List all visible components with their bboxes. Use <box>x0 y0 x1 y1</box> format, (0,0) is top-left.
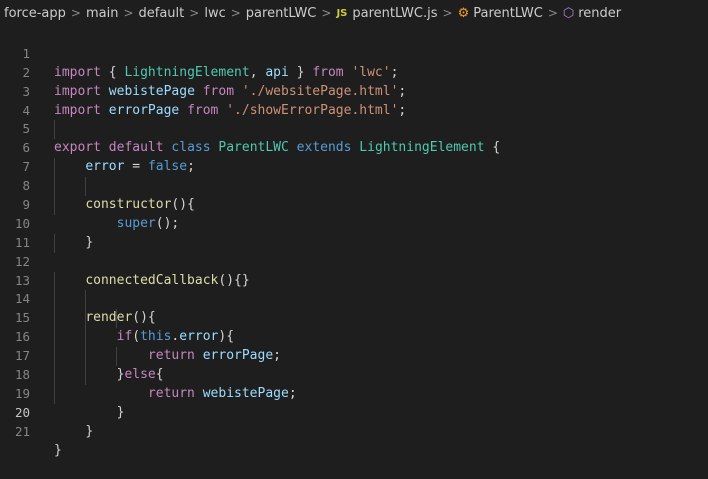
indent-guide <box>54 384 55 404</box>
breadcrumb-item-lwc[interactable]: lwc <box>204 6 225 21</box>
indent-guide <box>54 328 55 348</box>
breadcrumb-item-parentlwc-file[interactable]: parentLWC.js <box>352 6 437 21</box>
indent-guide <box>85 328 87 348</box>
breadcrumb-item-parentlwc-folder[interactable]: parentLWC <box>246 6 317 21</box>
indent-guide <box>54 196 55 215</box>
indent-guide <box>85 309 87 329</box>
code-line[interactable]: 6 error = false; <box>0 120 708 174</box>
code-line[interactable]: 17 }else{ <box>0 328 708 382</box>
code-line[interactable]: 5 export default class ParentLWC extends… <box>0 102 708 155</box>
code-editor[interactable]: force-app > main > default > lwc > paren… <box>0 0 708 458</box>
indent-guide <box>54 347 55 367</box>
code-line[interactable]: 12 connectedCallback(){} <box>0 233 708 288</box>
code-area[interactable]: 1 import { LightningElement, api } from … <box>0 26 708 458</box>
code-line[interactable]: 14 render(){ <box>0 271 708 325</box>
method-symbol-icon: ⬡ <box>562 5 575 21</box>
code-line[interactable]: 18 return webistePage; <box>0 347 708 401</box>
indent-guide <box>85 366 87 385</box>
indent-guide <box>54 290 55 310</box>
code-line[interactable]: 13 <box>0 253 708 288</box>
javascript-file-icon: JS <box>336 7 348 19</box>
code-line-active[interactable]: 20 } <box>0 384 708 439</box>
indent-guide <box>54 233 55 253</box>
code-line[interactable]: 15 if(this.error){ <box>0 290 708 344</box>
indent-guide <box>116 309 118 329</box>
breadcrumb: force-app > main > default > lwc > paren… <box>0 0 708 26</box>
indent-guide <box>116 347 118 367</box>
breadcrumb-item-force-app[interactable]: force-app <box>4 6 66 21</box>
breadcrumb-item-method[interactable]: render <box>578 6 621 21</box>
code-line[interactable]: 2 import webistePage from './websitePage… <box>0 45 708 99</box>
code-line[interactable]: 21 } <box>0 404 708 458</box>
indent-guide <box>54 309 55 329</box>
code-line[interactable]: 9 super(); <box>0 177 708 231</box>
chevron-right-icon: > <box>321 6 332 20</box>
code-line[interactable]: 16 return errorPage; <box>0 309 708 363</box>
indent-guide <box>54 177 55 197</box>
indent-guide <box>85 177 87 197</box>
code-line[interactable]: 3 import errorPage from './showErrorPage… <box>0 64 708 118</box>
code-line[interactable]: 1 import { LightningElement, api } from … <box>0 26 708 80</box>
breadcrumb-item-class[interactable]: ParentLWC <box>473 6 543 21</box>
chevron-right-icon: > <box>123 6 134 20</box>
breadcrumb-item-default[interactable]: default <box>139 6 185 21</box>
indent-guide <box>85 347 87 367</box>
class-symbol-icon: ⚙ <box>457 5 470 21</box>
code-line[interactable]: 7 <box>0 139 708 174</box>
chevron-right-icon: > <box>442 6 453 20</box>
indent-guide <box>54 158 55 178</box>
code-line-text: } <box>85 423 94 439</box>
line-number: 21 <box>14 423 30 439</box>
breadcrumb-item-main[interactable]: main <box>86 6 118 21</box>
code-line[interactable]: 19 } <box>0 366 708 420</box>
code-line-text: } <box>54 442 62 458</box>
chevron-right-icon: > <box>70 6 81 20</box>
indent-guide <box>54 366 55 385</box>
indent-guide <box>54 271 55 291</box>
chevron-right-icon: > <box>547 6 558 20</box>
code-line[interactable]: 10 } <box>0 196 708 250</box>
indent-guide <box>85 290 87 310</box>
indent-guide <box>54 120 55 140</box>
code-line[interactable]: 8 constructor(){ <box>0 158 708 212</box>
code-line[interactable]: 11 <box>0 215 708 250</box>
chevron-right-icon: > <box>230 6 241 20</box>
code-line[interactable]: 4 <box>0 83 708 118</box>
chevron-right-icon: > <box>189 6 200 20</box>
